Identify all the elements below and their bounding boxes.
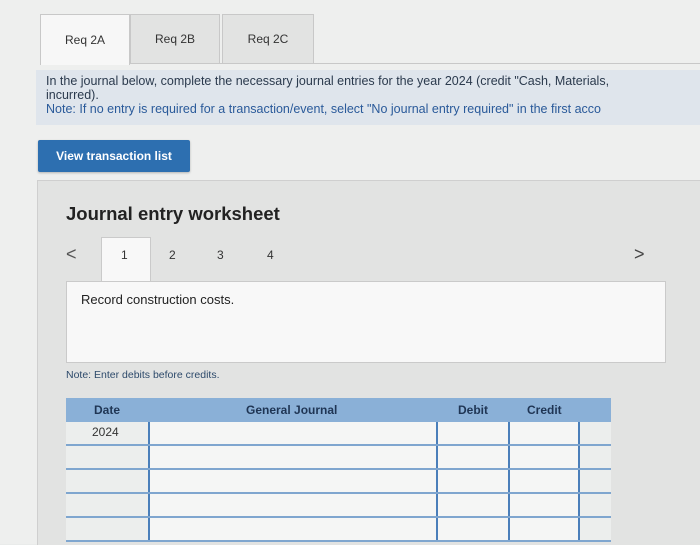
transaction-description-box: Record construction costs. [66, 281, 666, 363]
step-4[interactable]: 4 [267, 248, 274, 262]
view-transaction-list-button[interactable]: View transaction list [38, 140, 190, 172]
date-cell [66, 518, 148, 540]
date-column-header: Date [94, 403, 121, 417]
table-row [66, 518, 611, 542]
previous-arrow-icon[interactable]: < [66, 244, 77, 265]
instructions-note: Note: If no entry is required for a tran… [46, 102, 601, 116]
debits-note: Note: Enter debits before credits. [66, 369, 220, 381]
step-3[interactable]: 3 [217, 248, 224, 262]
account-select[interactable] [148, 518, 436, 540]
next-arrow-icon[interactable]: > [634, 244, 645, 265]
instructions-panel: In the journal below, complete the neces… [36, 70, 700, 125]
debit-input[interactable] [436, 446, 508, 468]
debit-input[interactable] [436, 518, 508, 540]
journal-table: Date General Journal Debit Credit 2024 [66, 398, 611, 542]
journal-entry-worksheet: Journal entry worksheet < 1 2 3 4 > Reco… [37, 180, 700, 545]
debit-input[interactable] [436, 422, 508, 444]
debit-column-header: Debit [458, 403, 488, 417]
instructions-line-2: incurred). [46, 88, 99, 102]
credit-column-header: Credit [527, 403, 562, 417]
date-cell [66, 494, 148, 516]
table-row [66, 470, 611, 494]
credit-input[interactable] [508, 470, 580, 492]
tab-req-2c[interactable]: Req 2C [222, 14, 314, 63]
account-select[interactable] [148, 422, 436, 444]
account-select[interactable] [148, 494, 436, 516]
debit-input[interactable] [436, 470, 508, 492]
worksheet-title: Journal entry worksheet [66, 203, 280, 224]
tab-label: Req 2B [154, 32, 196, 46]
date-cell [66, 446, 148, 468]
date-cell [66, 470, 148, 492]
table-row [66, 494, 611, 518]
tab-req-2b[interactable]: Req 2B [130, 14, 220, 63]
instructions-line-1: In the journal below, complete the neces… [46, 74, 610, 88]
table-row [66, 446, 611, 470]
tab-label: Req 2C [247, 32, 289, 46]
transaction-description: Record construction costs. [81, 292, 235, 307]
tab-divider [40, 63, 700, 64]
account-select[interactable] [148, 470, 436, 492]
step-1[interactable]: 1 [121, 248, 128, 262]
date-cell: 2024 [92, 425, 119, 439]
credit-input[interactable] [508, 518, 580, 540]
credit-input[interactable] [508, 494, 580, 516]
general-journal-column-header: General Journal [246, 403, 338, 417]
step-2[interactable]: 2 [169, 248, 176, 262]
credit-input[interactable] [508, 422, 580, 444]
debit-input[interactable] [436, 494, 508, 516]
tab-label: Req 2A [64, 33, 106, 47]
journal-table-header: Date General Journal Debit Credit [66, 398, 611, 422]
page: Req 2A Req 2B Req 2C In the journal belo… [0, 0, 700, 545]
tab-req-2a[interactable]: Req 2A [40, 14, 130, 65]
credit-input[interactable] [508, 446, 580, 468]
table-row: 2024 [66, 422, 611, 446]
account-select[interactable] [148, 446, 436, 468]
